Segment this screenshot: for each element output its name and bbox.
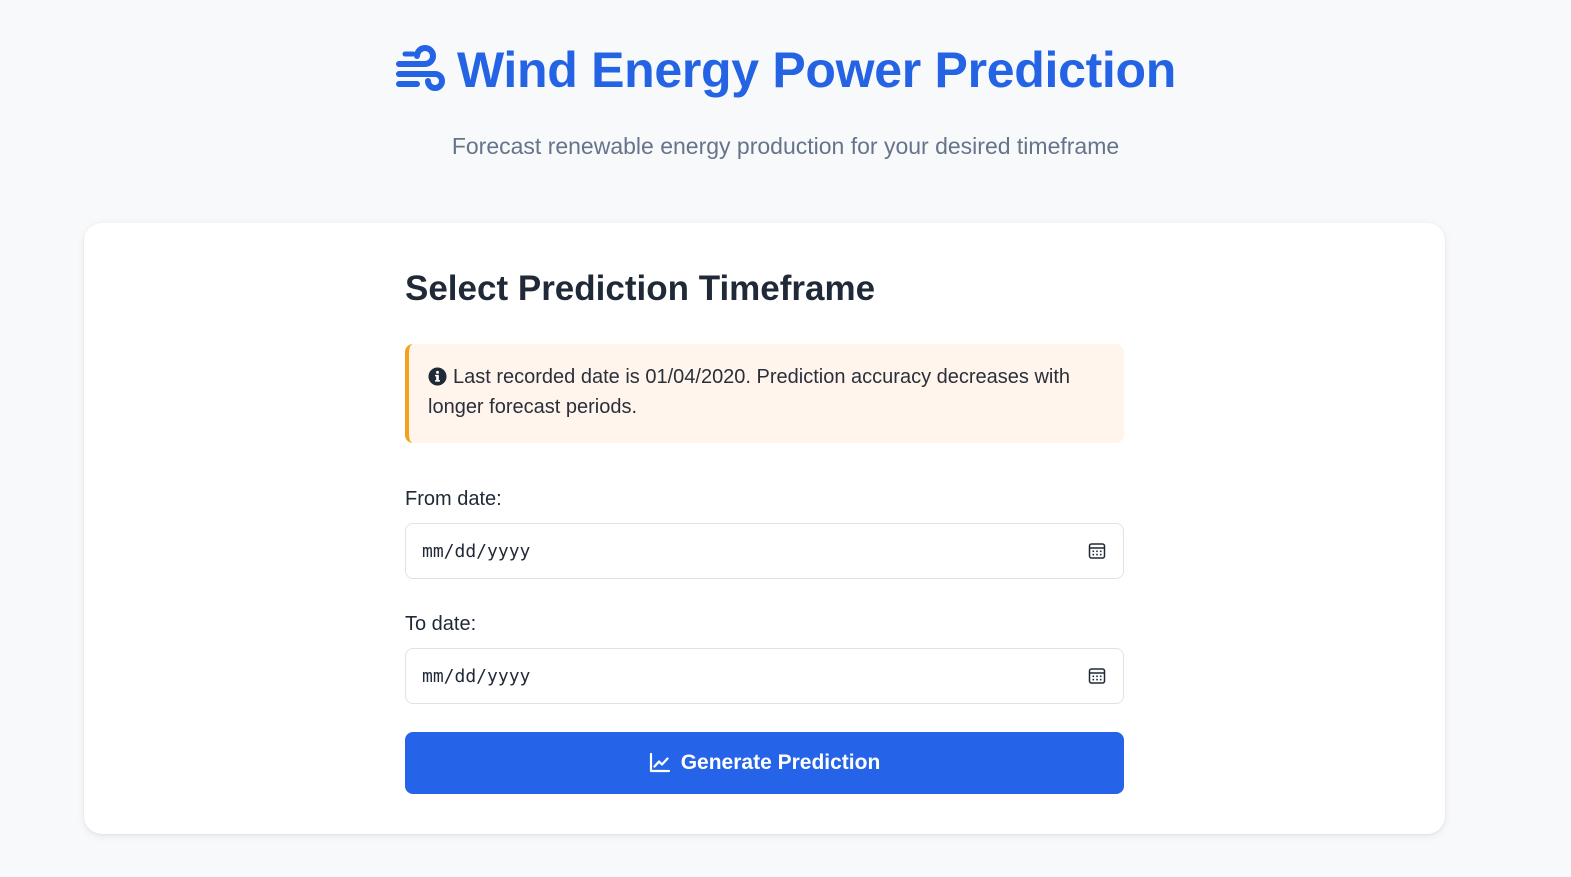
info-circle-icon: [428, 365, 447, 386]
from-date-input[interactable]: mm/dd/yyyy: [405, 523, 1124, 579]
info-notice-text: Last recorded date is 01/04/2020. Predic…: [428, 366, 1071, 418]
calendar-icon[interactable]: [1087, 541, 1107, 561]
info-notice: Last recorded date is 01/04/2020. Predic…: [405, 344, 1124, 443]
chart-line-icon: [649, 752, 671, 774]
page-subtitle: Forecast renewable energy production for…: [451, 133, 1120, 159]
calendar-icon[interactable]: [1087, 666, 1107, 686]
section-title: Select Prediction Timeframe: [405, 269, 876, 308]
generate-prediction-button[interactable]: Generate Prediction: [405, 732, 1124, 794]
wind-icon: [395, 44, 445, 96]
page-title: Wind Energy Power Prediction: [456, 42, 1177, 98]
from-date-label: From date:: [405, 488, 502, 510]
generate-prediction-label: Generate Prediction: [680, 751, 881, 774]
from-date-value: mm/dd/yyyy: [422, 540, 531, 562]
to-date-input[interactable]: mm/dd/yyyy: [405, 648, 1124, 704]
to-date-value: mm/dd/yyyy: [422, 665, 531, 687]
header: Wind Energy Power Prediction: [0, 38, 1571, 102]
prediction-card: Select Prediction Timeframe Last recorde…: [84, 223, 1445, 834]
to-date-label: To date:: [405, 613, 477, 635]
